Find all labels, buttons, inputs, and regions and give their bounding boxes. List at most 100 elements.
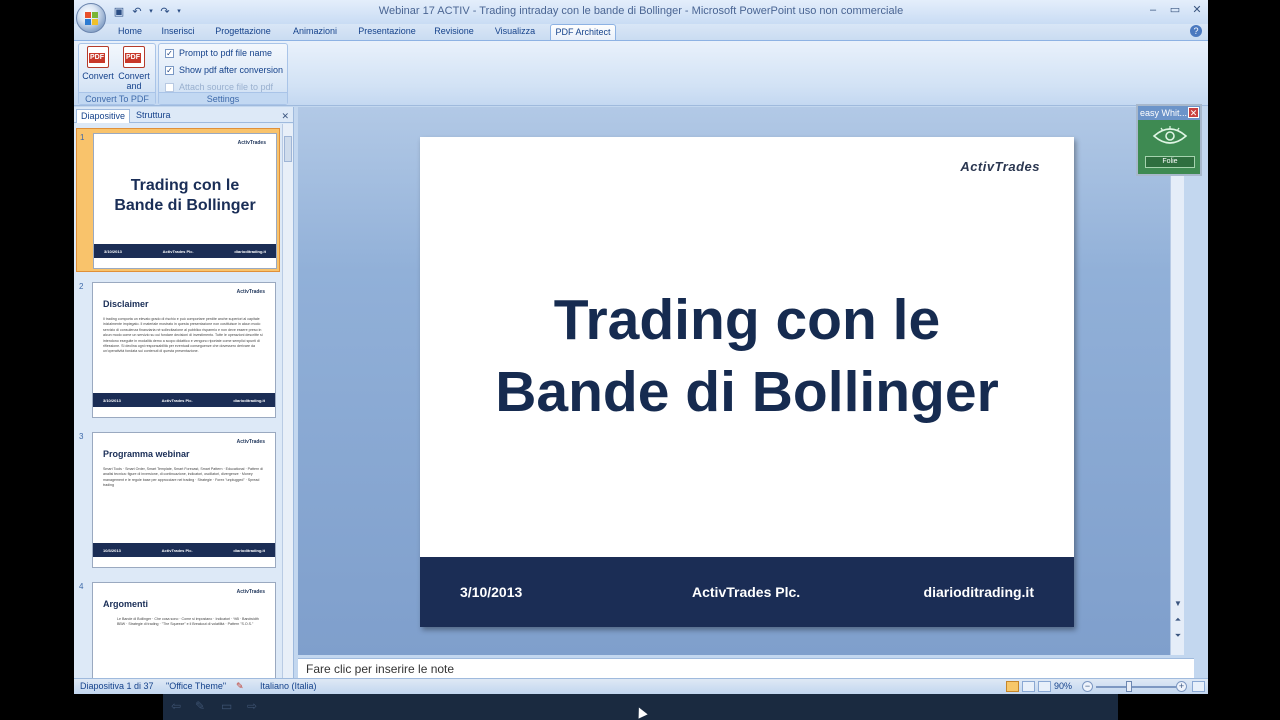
slide-thumbnail-1[interactable]: 1 ActivTrades Trading con le Bande di Bo…	[76, 128, 280, 272]
thumb-logo: ActivTrades	[237, 140, 266, 146]
zoom-level[interactable]: 90%	[1054, 681, 1072, 691]
activtrades-logo: ActivTrades	[960, 159, 1040, 174]
slide-scrollbar[interactable]: ▲ ▼ ⏶ ⏷	[1170, 107, 1184, 655]
thumb-footer: 3/10/2013 ActivTrades Plc. diarioditradi…	[94, 244, 276, 258]
thumb-body: Smart Tools · Smart Order, Smart Templat…	[103, 467, 264, 488]
minimize-icon[interactable]: –	[1146, 3, 1160, 17]
footer-company: ActivTrades Plc.	[692, 584, 801, 600]
back-arrow-icon[interactable]: ⇦	[171, 700, 185, 712]
thumb-footer-company: ActivTrades Plc.	[161, 397, 193, 403]
theme-name: "Office Theme"	[166, 681, 227, 691]
status-bar: Diapositiva 1 di 37 "Office Theme" ✎ Ita…	[74, 678, 1208, 694]
thumb-footer-date: 10/3/2013	[103, 547, 121, 553]
checkbox-checked-icon: ✓	[165, 65, 174, 75]
slide-title-line1: Trading con le	[553, 288, 941, 352]
tab-diapositive[interactable]: Diapositive	[76, 109, 131, 123]
group-settings: ✓ Prompt to pdf file name ✓ Show pdf aft…	[158, 43, 288, 105]
slide-number: 4	[79, 582, 84, 591]
tab-inserisci[interactable]: Inserisci	[158, 24, 198, 40]
pdf-icon	[87, 46, 109, 68]
title-bar: ▣ ↶ ▾ ↷ ▾ Webinar 17 ACTIV - Trading int…	[74, 0, 1208, 24]
normal-view-button[interactable]	[1006, 681, 1019, 692]
slideshow-view-button[interactable]	[1038, 681, 1051, 692]
previous-slide-icon[interactable]: ⏶	[1173, 615, 1183, 625]
close-icon[interactable]: ✕	[1190, 3, 1204, 17]
help-icon[interactable]: ?	[1190, 25, 1202, 37]
slide-number: 1	[80, 133, 85, 142]
thumbnail-canvas: ActivTrades Trading con le Bande di Boll…	[93, 133, 277, 269]
tab-visualizza[interactable]: Visualizza	[490, 24, 540, 40]
restore-icon[interactable]: ▭	[1168, 3, 1182, 17]
tab-revisione[interactable]: Revisione	[430, 24, 478, 40]
scroll-down-icon[interactable]: ▼	[1173, 599, 1183, 608]
thumbnail-scrollbar[interactable]	[282, 124, 293, 678]
ribbon-tab-row: Home Inserisci Progettazione Animazioni …	[74, 24, 1208, 41]
slide-thumbnail-2[interactable]: 2 ActivTrades Disclaimer Il trading comp…	[76, 278, 280, 422]
tab-animazioni[interactable]: Animazioni	[288, 24, 342, 40]
tab-presentazione[interactable]: Presentazione	[356, 24, 418, 40]
tab-struttura[interactable]: Struttura	[132, 109, 175, 123]
group-label-convert: Convert To PDF	[79, 92, 155, 104]
thumb-footer-company: ActivTrades Plc.	[162, 248, 194, 254]
slides-pane: Diapositive Struttura ✕ 1 ActivTrades Tr…	[74, 107, 294, 678]
zoom-slider[interactable]	[1096, 686, 1176, 688]
show-pdf-label: Show pdf after conversion	[179, 65, 284, 75]
checkbox-checked-icon: ✓	[165, 48, 174, 58]
group-convert-to-pdf: Convert Convert and Mail Convert To PDF	[78, 43, 156, 105]
thumb-footer-date: 3/10/2013	[104, 248, 122, 254]
thumb-logo: ActivTrades	[236, 589, 265, 595]
prompt-pdf-name-checkbox[interactable]: ✓ Prompt to pdf file name	[165, 46, 272, 60]
language[interactable]: Italiano (Italia)	[260, 681, 317, 691]
show-pdf-after-conversion-checkbox[interactable]: ✓ Show pdf after conversion	[165, 63, 283, 77]
notes-pane[interactable]: Fare clic per inserire le note	[298, 658, 1194, 678]
slide-thumbnail-4[interactable]: 4 ActivTrades Argomenti Le Bande di Boll…	[76, 578, 280, 678]
footer-site: diarioditrading.it	[923, 584, 1034, 600]
slide-number: 3	[79, 432, 84, 441]
thumb-footer-site: diarioditrading.it	[233, 547, 265, 553]
slide-canvas[interactable]: ActivTrades Trading con le Bande di Boll…	[420, 137, 1074, 627]
thumbnail-canvas: ActivTrades Disclaimer Il trading compor…	[92, 282, 276, 418]
eye-icon	[1152, 126, 1188, 144]
slide-counter: Diapositiva 1 di 37	[80, 681, 154, 691]
fit-to-window-button[interactable]	[1192, 681, 1205, 692]
pane-tabs: Diapositive Struttura ✕	[74, 109, 293, 123]
zoom-out-icon[interactable]: −	[1082, 681, 1093, 692]
next-slide-icon[interactable]: ⏷	[1173, 631, 1183, 641]
footer-date: 3/10/2013	[460, 584, 523, 600]
pen-icon[interactable]: ✎	[195, 700, 209, 712]
tab-home[interactable]: Home	[114, 24, 146, 40]
prompt-pdf-name-label: Prompt to pdf file name	[179, 48, 273, 58]
menu-icon[interactable]: ▭	[221, 700, 235, 712]
checkbox-unchecked-icon	[165, 82, 174, 92]
group-label-settings: Settings	[159, 92, 287, 104]
widget-close-icon[interactable]: ✕	[1188, 107, 1199, 118]
attach-source-label: Attach source file to pdf	[179, 82, 274, 92]
slide-sorter-view-button[interactable]	[1022, 681, 1035, 692]
thumb-footer-site: diarioditrading.it	[233, 397, 265, 403]
easy-whiteboard-widget: easy Whit... ✕ Folie	[1136, 104, 1202, 176]
slide-thumbnail-3[interactable]: 3 ActivTrades Programma webinar Smart To…	[76, 428, 280, 572]
office-button[interactable]	[76, 3, 106, 33]
thumb-title: Disclaimer	[103, 299, 149, 309]
thumbnail-canvas: ActivTrades Argomenti Le Bande di Bollin…	[92, 582, 276, 678]
tab-progettazione[interactable]: Progettazione	[212, 24, 274, 40]
zoom-in-icon[interactable]: +	[1176, 681, 1187, 692]
folie-button[interactable]: Folie	[1145, 156, 1195, 168]
convert-button[interactable]: Convert	[81, 46, 115, 81]
window-controls: – ▭ ✕	[1146, 3, 1204, 17]
thumb-body: Il trading comporta un elevato grado di …	[103, 317, 263, 354]
scrollbar-thumb[interactable]	[284, 136, 292, 162]
window-title: Webinar 17 ACTIV - Trading intraday con …	[378, 5, 904, 17]
convert-label: Convert	[82, 71, 114, 81]
thumb-logo: ActivTrades	[236, 439, 265, 445]
spellcheck-icon[interactable]: ✎	[236, 681, 244, 692]
forward-arrow-icon[interactable]: ⇨	[247, 700, 261, 712]
slide-number: 2	[79, 282, 84, 291]
zoom-slider-knob[interactable]	[1126, 681, 1132, 692]
tab-pdf-architect[interactable]: PDF Architect	[550, 24, 616, 41]
thumb-footer-company: ActivTrades Plc.	[161, 547, 193, 553]
pane-close-icon[interactable]: ✕	[281, 111, 289, 122]
slide-title[interactable]: Trading con le Bande di Bollinger	[420, 284, 1074, 428]
thumb-footer-date: 3/10/2013	[103, 397, 121, 403]
thumb-footer: 10/3/2013 ActivTrades Plc. diarioditradi…	[93, 543, 275, 557]
